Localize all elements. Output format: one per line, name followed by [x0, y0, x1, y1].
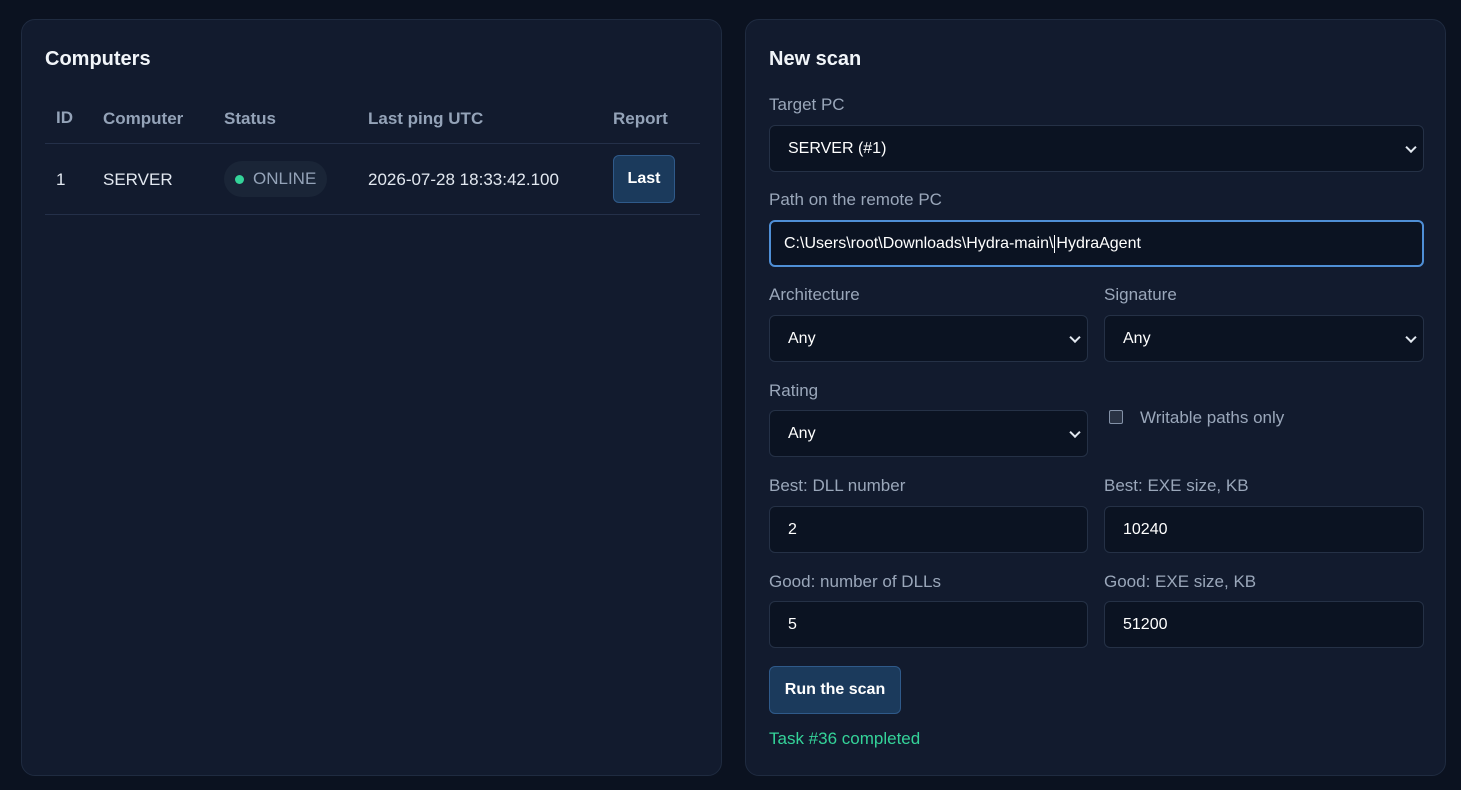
best-dll-input[interactable]: 2: [769, 506, 1088, 553]
good-exe-input[interactable]: 51200: [1104, 601, 1424, 648]
writable-paths-checkbox[interactable]: [1109, 410, 1123, 424]
signature-select[interactable]: Any: [1104, 315, 1424, 362]
row-computer: SERVER: [103, 170, 173, 189]
row-id: 1: [56, 170, 66, 189]
signature-value: Any: [1123, 329, 1151, 347]
computers-panel: Computers ID Computer Status Last ping U…: [21, 19, 722, 776]
run-scan-button[interactable]: Run the scan: [769, 666, 901, 714]
path-input[interactable]: C:\Users\root\Downloads\Hydra-main\ Hydra…: [769, 220, 1424, 267]
column-header-report: Report: [613, 109, 668, 128]
best-exe-value: 10240: [1123, 520, 1168, 538]
best-dll-value: 2: [788, 520, 797, 538]
good-dll-label: Good: number of DLLs: [769, 572, 941, 591]
best-dll-label: Best: DLL number: [769, 476, 906, 495]
rating-value: Any: [788, 424, 816, 442]
rating-select[interactable]: Any: [769, 410, 1088, 457]
status-badge: ONLINE: [224, 161, 328, 197]
signature-label: Signature: [1104, 285, 1177, 304]
text-caret: [1054, 234, 1056, 253]
column-header-status: Status: [224, 109, 276, 128]
column-header-computer: Computer: [103, 109, 184, 128]
good-exe-label: Good: EXE size, KB: [1104, 572, 1257, 591]
best-exe-label: Best: EXE size, KB: [1104, 476, 1249, 495]
new-scan-panel: New scan Target PC SERVER (#1) Path on t…: [745, 19, 1446, 776]
task-status-text: Task #36 completed: [769, 729, 921, 748]
new-scan-title: New scan: [769, 48, 862, 70]
row-last-ping: 2026-07-28 18:33:42.100: [368, 170, 559, 189]
last-report-button[interactable]: Last: [613, 155, 675, 203]
chevron-down-icon: [1069, 331, 1081, 343]
chevron-down-icon: [1405, 141, 1417, 153]
architecture-label: Architecture: [769, 285, 860, 304]
target-pc-value: SERVER (#1): [788, 139, 887, 157]
column-header-last-ping: Last ping UTC: [368, 109, 484, 128]
architecture-select[interactable]: Any: [769, 315, 1088, 362]
status-text: ONLINE: [253, 169, 317, 188]
architecture-value: Any: [788, 329, 816, 347]
rating-label: Rating: [769, 381, 819, 400]
table-row: 1 SERVER ONLINE 2026-07-28 18:33:42.100 …: [45, 144, 700, 215]
computers-table: ID Computer Status Last ping UTC Report …: [45, 100, 700, 215]
good-exe-value: 51200: [1123, 615, 1168, 633]
chevron-down-icon: [1069, 426, 1081, 438]
online-dot-icon: [235, 174, 244, 184]
target-pc-select[interactable]: SERVER (#1): [769, 125, 1424, 172]
path-label: Path on the remote PC: [769, 190, 942, 209]
best-exe-input[interactable]: 10240: [1104, 506, 1424, 553]
good-dll-input[interactable]: 5: [769, 601, 1088, 648]
chevron-down-icon: [1405, 331, 1417, 343]
target-pc-label: Target PC: [769, 95, 845, 114]
table-header: ID Computer Status Last ping UTC Report: [45, 100, 700, 144]
column-header-id: ID: [56, 108, 73, 127]
path-value-after-caret: HydraAgent: [1056, 234, 1141, 252]
writable-paths-label: Writable paths only: [1140, 408, 1285, 427]
path-value-before-caret: C:\Users\root\Downloads\Hydra-main\: [784, 234, 1054, 252]
good-dll-value: 5: [788, 615, 797, 633]
computers-title: Computers: [45, 48, 151, 70]
